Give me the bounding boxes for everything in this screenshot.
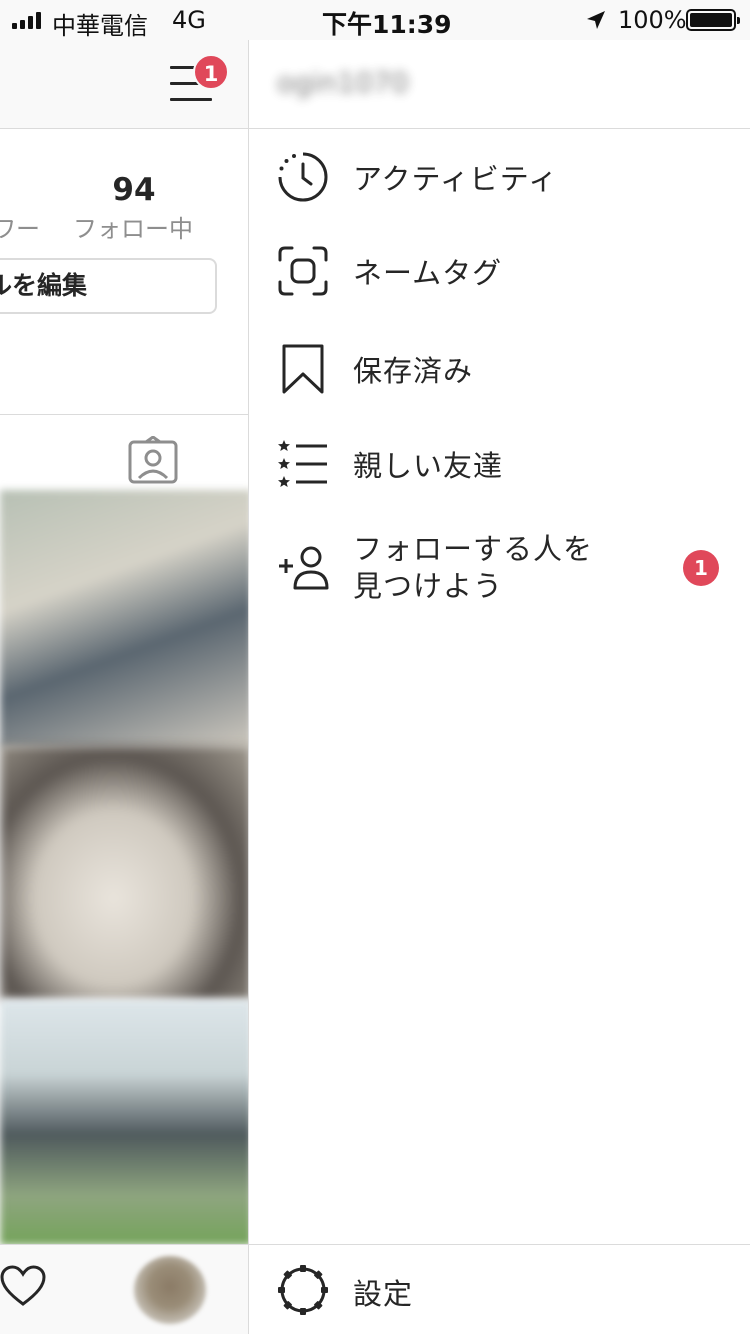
bookmark-icon [282,344,324,394]
grid-photo[interactable] [0,490,248,748]
profile-tab-divider [0,414,248,415]
activity-clock-icon [278,152,328,202]
menu-notification-badge: 1 [193,54,229,90]
status-time: 下午11:39 [322,10,452,39]
discover-people-badge: 1 [683,550,719,586]
signal-icon [12,12,41,29]
carrier-name: 中華電信 [52,12,148,40]
background-profile-screen: 1 94 ワー フォロー中 ルを編集 [0,0,248,1334]
network-type: 4G [172,6,206,34]
settings-row[interactable]: 設定 [249,1244,750,1334]
menu-item-discover-people[interactable]: フォローする人を見つけよう 1 [249,520,750,616]
drawer-username: ogin1070 [277,66,409,99]
settings-label: 設定 [353,1277,414,1311]
settings-gear-icon [278,1265,328,1315]
menu-item-label: アクティビティ [353,162,559,196]
location-arrow-icon [587,11,605,29]
following-count[interactable]: 94 [84,172,184,208]
grid-photo[interactable] [0,745,248,1000]
menu-item-label: 保存済み [353,354,474,388]
menu-item-activity[interactable]: アクティビティ [249,129,750,225]
menu-item-label: ネームタグ [353,256,503,290]
menu-item-saved[interactable]: 保存済み [249,321,750,417]
menu-item-close-friends[interactable]: 親しい友達 [249,416,750,512]
status-bar: 中華電信 4G 下午11:39 100% [0,0,750,40]
heart-icon[interactable] [0,1265,46,1307]
profile-avatar[interactable] [134,1256,206,1324]
side-drawer-menu: ogin1070 アクティビティ ネームタグ 保存済み 親しい友達 フォローする… [248,0,750,1334]
drawer-header: ogin1070 [249,40,750,129]
edit-profile-button[interactable]: ルを編集 [0,258,217,314]
battery-percent: 100% [618,6,687,34]
nametag-icon [278,246,328,296]
grid-photo[interactable] [0,1000,248,1245]
menu-item-nametag[interactable]: ネームタグ [249,223,750,319]
following-label[interactable]: フォロー中 [73,209,193,244]
menu-item-label: 親しい友達 [353,449,504,483]
menu-item-label: フォローする人を見つけよう [353,532,594,603]
add-person-icon [279,546,329,590]
followers-label[interactable]: ワー [0,209,40,244]
battery-icon [686,9,740,31]
tagged-photos-icon[interactable] [128,436,178,484]
close-friends-list-icon [278,440,327,487]
